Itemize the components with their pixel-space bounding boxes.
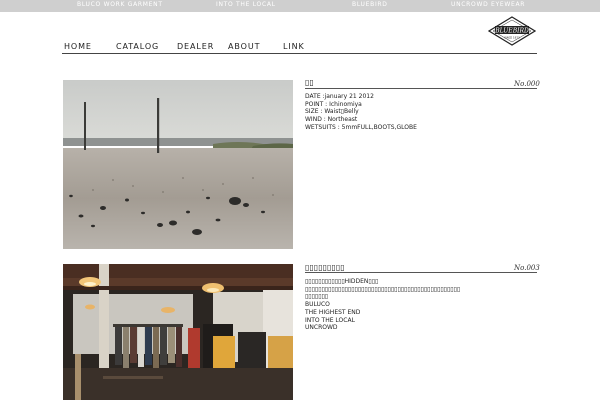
entry-detail-line: POINT : Ichinomiya bbox=[305, 100, 362, 108]
logo-text: BLUEBIRD bbox=[494, 27, 529, 34]
entry-detail-line: INTO THE LOCAL bbox=[305, 316, 355, 324]
top-link-bluebird[interactable]: BLUEBIRD bbox=[352, 1, 388, 8]
nav-dealer[interactable]: DEALER bbox=[177, 42, 214, 51]
entry-details: ▯▯▯▯▯▯▯▯▯▯▯▯HIDDEN▯▯▯ ▯▯▯▯▯▯▯▯▯▯▯▯▯▯▯▯▯▯… bbox=[305, 278, 460, 332]
entry-divider bbox=[305, 272, 537, 273]
entry-photo-beach[interactable] bbox=[63, 80, 293, 249]
entry-title[interactable]: ▯▯▯▯▯▯▯▯▯ bbox=[305, 263, 345, 272]
nav-catalog[interactable]: CATALOG bbox=[116, 42, 159, 51]
entry-title[interactable]: ▯▯ bbox=[305, 78, 314, 87]
entry-detail-line: ▯▯▯▯▯▯▯▯▯▯▯▯HIDDEN▯▯▯ bbox=[305, 278, 379, 285]
entry-detail-line: SIZE : Waist▯Belly bbox=[305, 108, 359, 116]
entry-divider bbox=[305, 88, 537, 89]
entry-detail-line: ▯▯▯▯▯▯▯ bbox=[305, 293, 329, 301]
top-link-bluco[interactable]: BLUCO WORK GARMENT bbox=[77, 1, 163, 8]
entry-detail-line: UNCROWD bbox=[305, 324, 338, 332]
top-brand-bar: BLUCO WORK GARMENT INTO THE LOCAL BLUEBI… bbox=[0, 0, 600, 12]
entry-detail-line: ▯▯▯▯▯▯▯▯▯▯▯▯▯▯▯▯▯▯▯▯▯▯▯▯▯▯▯▯▯▯▯▯▯▯▯▯▯▯▯▯… bbox=[305, 285, 461, 293]
logo-subtext: SINCE 1973 bbox=[504, 36, 520, 40]
bluebird-logo[interactable]: BLUEBIRD SINCE 1973 bbox=[487, 16, 537, 46]
entry-number: No.000 bbox=[514, 80, 540, 88]
entry-detail-line: WETSUITS : 5mmFULL,BOOTS,GLOBE bbox=[305, 123, 417, 131]
shop-photo-image bbox=[63, 264, 293, 400]
beach-photo-image bbox=[63, 80, 293, 249]
nav-divider bbox=[62, 53, 537, 54]
entry-detail-line: BULUCO bbox=[305, 301, 330, 309]
entry-detail-line: WIND : Northeast bbox=[305, 116, 358, 124]
nav-link[interactable]: LINK bbox=[283, 42, 305, 51]
entry-details: DATE :january 21 2012 POINT : Ichinomiya… bbox=[305, 93, 417, 132]
entry-detail-line: THE HIGHEST END bbox=[305, 308, 361, 316]
entry-number: No.003 bbox=[514, 264, 540, 272]
entry-photo-shop[interactable] bbox=[63, 264, 293, 400]
nav-about[interactable]: ABOUT bbox=[228, 42, 260, 51]
top-link-into-the-local[interactable]: INTO THE LOCAL bbox=[216, 1, 276, 8]
entry-detail-line: DATE :january 21 2012 bbox=[305, 93, 374, 100]
logo-emblem-icon: BLUEBIRD SINCE 1973 bbox=[487, 16, 537, 46]
nav-home[interactable]: HOME bbox=[64, 42, 92, 51]
top-link-uncrowd[interactable]: UNCROWD EYEWEAR bbox=[451, 1, 525, 8]
